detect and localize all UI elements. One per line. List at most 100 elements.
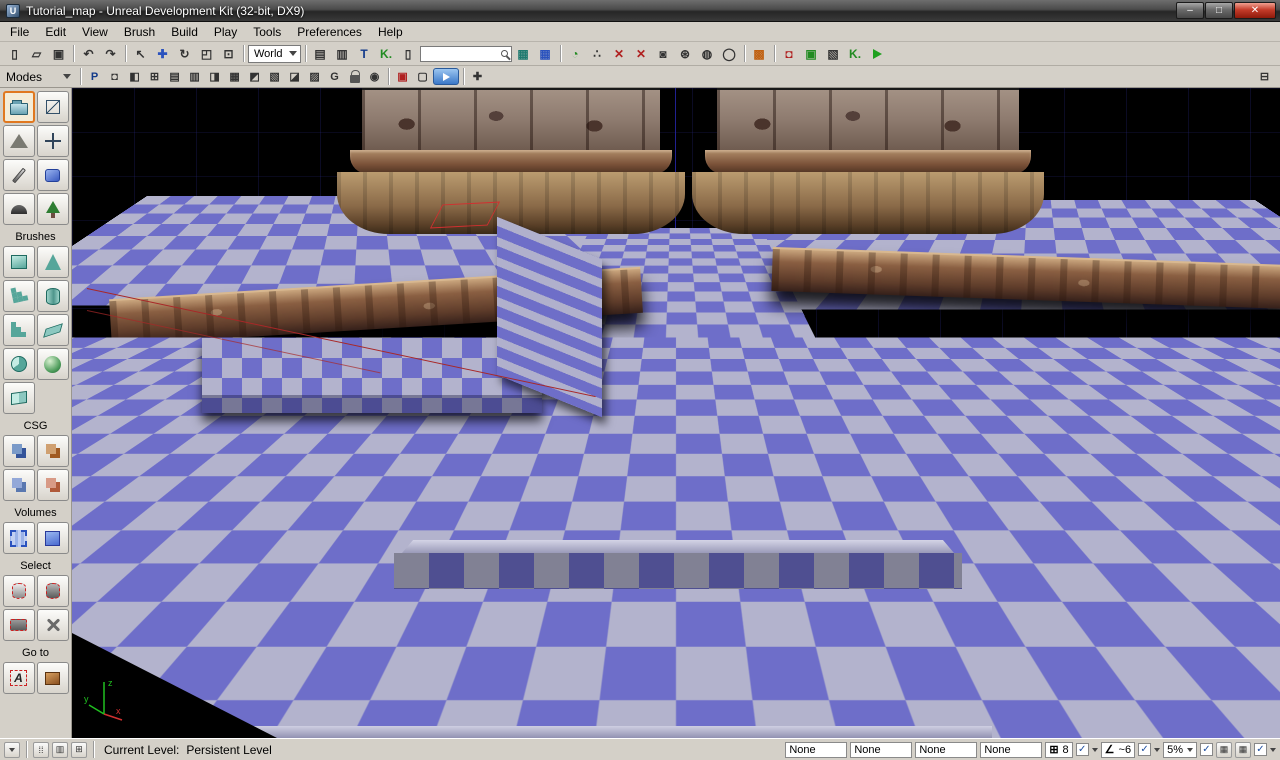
- kismet-open-icon[interactable]: K.: [845, 44, 866, 64]
- texture-align-icon[interactable]: ▤: [310, 44, 331, 64]
- origin-marker-icon[interactable]: ◍: [697, 44, 718, 64]
- autosave-checkbox[interactable]: ✓: [1254, 743, 1267, 756]
- delete-tool-icon[interactable]: ✕: [631, 44, 652, 64]
- search-input[interactable]: [420, 46, 512, 62]
- redo-icon[interactable]: ↷: [100, 44, 121, 64]
- layout-icon-10[interactable]: ▨: [305, 68, 324, 86]
- rotate-tool-icon[interactable]: ↻: [174, 44, 195, 64]
- build-lighting-icon[interactable]: ▣: [801, 44, 822, 64]
- goto-builder-brush-button[interactable]: [37, 662, 69, 694]
- settings-gear-icon[interactable]: ⊛: [675, 44, 696, 64]
- camera-speed-field[interactable]: 5%: [1163, 742, 1197, 758]
- select-tool-icon[interactable]: ↖: [130, 44, 151, 64]
- layout-icon-2[interactable]: ⊞: [145, 68, 164, 86]
- camera-mode-button[interactable]: [3, 91, 35, 123]
- menu-help[interactable]: Help: [370, 23, 411, 41]
- menu-brush[interactable]: Brush: [116, 23, 163, 41]
- scale-snap-checkbox[interactable]: ✓: [1200, 743, 1213, 756]
- perspective-viewport-icon[interactable]: P: [85, 68, 104, 86]
- minimize-button[interactable]: –: [1176, 2, 1204, 19]
- add-volume-button[interactable]: [3, 522, 35, 554]
- status-field-2[interactable]: None: [850, 742, 912, 758]
- scale-tool-icon[interactable]: ◰: [196, 44, 217, 64]
- snap-toggle-icon[interactable]: ⊡: [218, 44, 239, 64]
- layout-icon-1[interactable]: ◧: [125, 68, 144, 86]
- rotation-snap-checkbox[interactable]: ✓: [1138, 743, 1151, 756]
- texture-alignment-mode-button[interactable]: [37, 125, 69, 157]
- status-field-1[interactable]: None: [785, 742, 847, 758]
- layout-icon-9[interactable]: ◪: [285, 68, 304, 86]
- build-geometry-icon[interactable]: ◘: [779, 44, 800, 64]
- status-field-4[interactable]: None: [980, 742, 1042, 758]
- layout-icon-5[interactable]: ◨: [205, 68, 224, 86]
- brush-builder-icon[interactable]: ▩: [749, 44, 770, 64]
- autosave-button[interactable]: ▦: [1216, 742, 1232, 758]
- lock-viewport-icon[interactable]: [345, 68, 364, 86]
- orbit-camera-icon[interactable]: ◔: [565, 44, 586, 64]
- csg-deintersect-button[interactable]: [37, 469, 69, 501]
- goto-actor-button[interactable]: A: [3, 662, 35, 694]
- card-brush-button[interactable]: [3, 382, 35, 414]
- menu-file[interactable]: File: [2, 23, 37, 41]
- cone-brush-button[interactable]: [37, 246, 69, 278]
- csg-add-button[interactable]: [3, 435, 35, 467]
- csg-intersect-button[interactable]: [3, 469, 35, 501]
- map-check-button[interactable]: ⊞: [71, 742, 87, 758]
- menu-preferences[interactable]: Preferences: [289, 23, 370, 41]
- stats-icon[interactable]: ▥: [332, 44, 353, 64]
- layout-icon-3[interactable]: ▤: [165, 68, 184, 86]
- layout-icon-7[interactable]: ◩: [245, 68, 264, 86]
- brush-editing-mode-button[interactable]: [3, 159, 35, 191]
- new-level-icon[interactable]: ▯: [4, 44, 25, 64]
- cube-brush-button[interactable]: [3, 246, 35, 278]
- content-browser-icon[interactable]: ▦: [513, 44, 534, 64]
- spiral-staircase-brush-button[interactable]: [3, 348, 35, 380]
- save-all-icon[interactable]: ▣: [48, 44, 69, 64]
- play-level-icon[interactable]: [867, 44, 888, 64]
- show-visibility-icon[interactable]: ◉: [365, 68, 384, 86]
- modes-dropdown-icon[interactable]: [57, 68, 76, 86]
- chevron-down-icon[interactable]: [1092, 748, 1098, 752]
- dock-grip-icon[interactable]: ⊟: [1255, 68, 1274, 86]
- undo-icon[interactable]: ↶: [78, 44, 99, 64]
- layout-icon-4[interactable]: ▥: [185, 68, 204, 86]
- layout-icon-6[interactable]: ▦: [225, 68, 244, 86]
- cylinder-brush-button[interactable]: [37, 280, 69, 312]
- camera-tool-icon[interactable]: ◙: [653, 44, 674, 64]
- layout-icon-8[interactable]: ▧: [265, 68, 284, 86]
- grip-button[interactable]: ⁞⁞: [33, 742, 49, 758]
- text-tool-icon[interactable]: T: [354, 44, 375, 64]
- move-camera-icon[interactable]: ✚: [468, 68, 487, 86]
- rotation-snap-field[interactable]: ∠ ~6: [1101, 742, 1135, 758]
- camera-speed-icon[interactable]: ◘: [105, 68, 124, 86]
- source-control-button[interactable]: ▦: [1235, 742, 1251, 758]
- menu-view[interactable]: View: [74, 23, 116, 41]
- kismet-icon[interactable]: K.: [376, 44, 397, 64]
- grid-snap-checkbox[interactable]: ✓: [1076, 743, 1089, 756]
- menu-edit[interactable]: Edit: [37, 23, 74, 41]
- static-mesh-mode-button[interactable]: [37, 159, 69, 191]
- foliage-mode-button[interactable]: [37, 193, 69, 225]
- close-button[interactable]: ✕: [1234, 2, 1276, 19]
- select-tools-button[interactable]: [37, 609, 69, 641]
- realtime-toggle-icon[interactable]: ▣: [393, 68, 412, 86]
- sphere-brush-button[interactable]: [37, 348, 69, 380]
- game-view-icon[interactable]: G: [325, 68, 344, 86]
- geometry-mode-button[interactable]: [37, 91, 69, 123]
- linear-staircase-brush-button[interactable]: [3, 314, 35, 346]
- play-in-viewport-button[interactable]: [433, 68, 459, 85]
- perspective-viewport[interactable]: z y x: [72, 88, 1280, 738]
- select-touching-button[interactable]: [37, 575, 69, 607]
- terrain-mode-button[interactable]: [3, 125, 35, 157]
- grid-size-field[interactable]: ⊞ 8: [1045, 742, 1072, 758]
- circle-tool-icon[interactable]: ◯: [719, 44, 740, 64]
- chevron-down-icon[interactable]: [1270, 748, 1276, 752]
- squares-toggle-icon[interactable]: ▢: [413, 68, 432, 86]
- open-level-icon[interactable]: ▱: [26, 44, 47, 64]
- world-reference-dropdown[interactable]: World: [248, 45, 301, 63]
- blocking-volume-button[interactable]: [37, 522, 69, 554]
- notes-icon[interactable]: ▯: [398, 44, 419, 64]
- select-inside-button[interactable]: [3, 575, 35, 607]
- translate-tool-icon[interactable]: ✚: [152, 44, 173, 64]
- landscape-mode-button[interactable]: [3, 193, 35, 225]
